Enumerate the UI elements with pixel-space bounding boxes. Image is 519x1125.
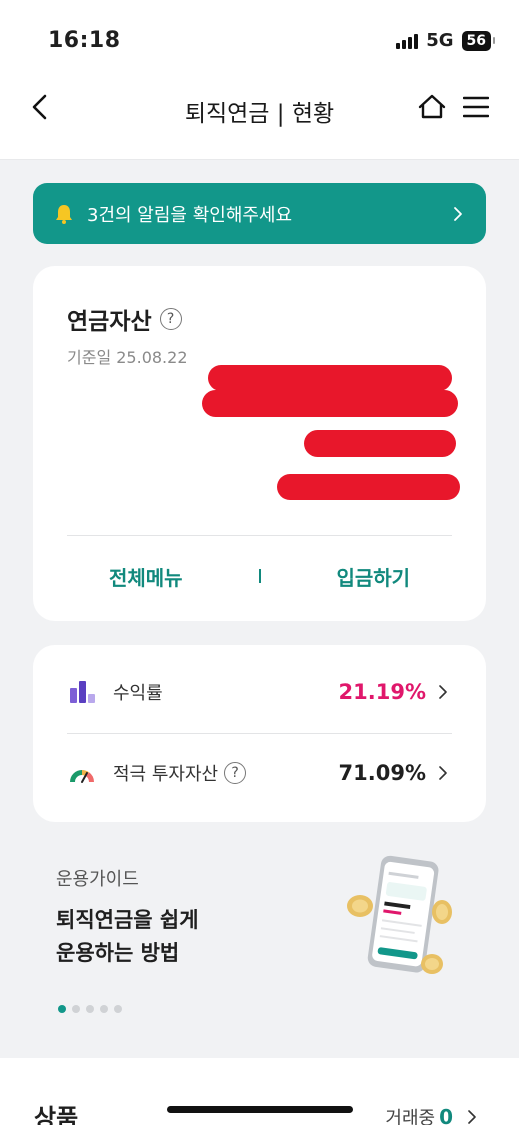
stats-card: 수익률 21.19% 적극 투자자산 ? 71.09% [33,645,486,822]
phone-coins-illustration [347,855,452,974]
redaction-mark [277,474,460,500]
trading-count: 0 [439,1105,453,1125]
active-assets-row[interactable]: 적극 투자자산 ? 71.09% [67,743,450,803]
home-button[interactable] [417,92,447,122]
full-menu-button[interactable]: 전체메뉴 [33,562,259,591]
home-indicator[interactable] [167,1106,353,1113]
products-title: 상품 [34,1104,79,1125]
divider [67,535,452,536]
redaction-mark [304,430,456,457]
chevron-right-icon [439,685,447,699]
deposit-button[interactable]: 입금하기 [261,562,487,591]
active-assets-value: 71.09% [338,761,426,785]
chevron-right-icon [439,766,447,780]
guide-title: 퇴직연금을 쉽게 운용하는 방법 [56,904,276,970]
return-rate-row[interactable]: 수익률 21.19% [67,662,450,722]
trading-link[interactable]: 거래중 0 [385,1104,479,1125]
redaction-mark [202,390,458,417]
guide-title-line: 운용하는 방법 [56,941,180,965]
guide-carousel[interactable]: 운용가이드 퇴직연금을 쉽게 운용하는 방법 [0,840,519,1040]
asset-actions: 전체메뉴 입금하기 [33,556,486,596]
help-icon[interactable]: ? [159,308,182,330]
carousel-dot[interactable] [86,1005,94,1013]
status-indicators: 5G 56 [396,30,496,51]
bell-icon [56,204,72,224]
divider [67,733,452,734]
active-assets-label: 적극 투자자산 [113,764,219,785]
active-assets-label-wrap: 적극 투자자산 ? [113,760,339,786]
notification-text: 3건의 알림을 확인해주세요 [87,204,293,226]
carousel-dot-active[interactable] [58,1005,66,1013]
battery-icon: 56 [461,30,496,51]
pension-asset-card: 연금자산 ? 기준일 25.08.22 전체메뉴 입금하기 [33,266,486,621]
asset-title-label: 연금자산 [67,309,152,335]
hamburger-icon [462,96,490,118]
menu-button[interactable] [462,94,490,120]
carousel-indicator [58,1005,122,1013]
carousel-dot[interactable] [72,1005,80,1013]
guide-title-line: 퇴직연금을 쉽게 [56,908,199,932]
carousel-dot[interactable] [100,1005,108,1013]
signal-icon [396,33,419,49]
products-section: 상품 거래중 0 [0,1058,519,1125]
gauge-icon [70,770,94,783]
asset-title: 연금자산 ? [67,302,182,336]
nav-bar: 퇴직연금 | 현황 [0,80,519,160]
return-rate-value: 21.19% [338,680,426,704]
help-icon[interactable]: ? [224,762,247,784]
home-icon [418,94,446,119]
status-time: 16:18 [48,28,121,53]
carousel-dot[interactable] [114,1005,122,1013]
return-rate-label: 수익률 [113,683,163,704]
network-label: 5G [426,30,454,51]
asset-base-date: 기준일 25.08.22 [67,348,188,367]
guide-kicker: 운용가이드 [56,869,139,890]
trading-label: 거래중 [385,1108,436,1125]
notification-banner[interactable]: 3건의 알림을 확인해주세요 [33,183,486,244]
chevron-right-icon [454,206,462,221]
status-bar: 16:18 5G 56 [0,0,519,80]
chevron-right-icon [468,1110,476,1124]
redaction-mark [208,365,452,391]
bar-chart-icon [70,681,95,703]
